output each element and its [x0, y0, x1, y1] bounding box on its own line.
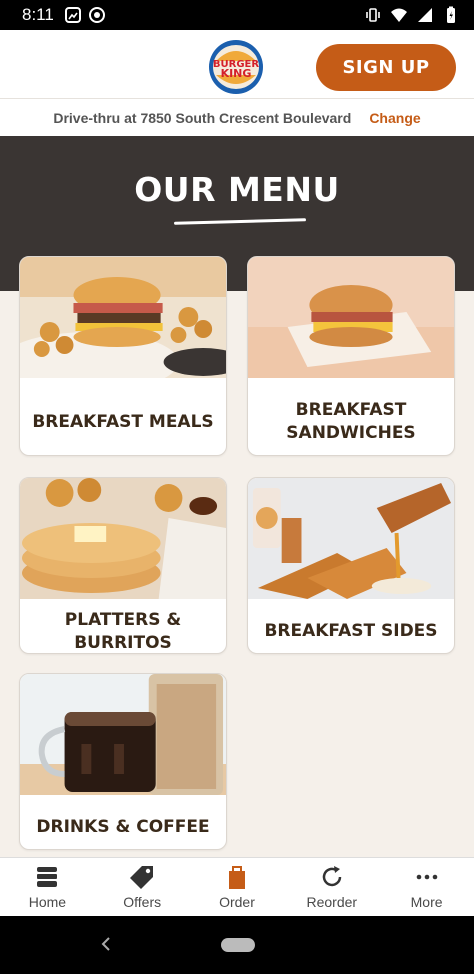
menu-card-label: BREAKFAST SANDWICHES — [286, 400, 416, 443]
nav-reorder[interactable]: Reorder — [284, 858, 379, 916]
sign-up-button[interactable]: SIGN UP — [316, 44, 456, 91]
menu-card-breakfast-meals[interactable]: BREAKFAST MEALS — [19, 256, 227, 456]
gallery-notification-icon — [64, 7, 81, 23]
drinks-coffee-image — [20, 674, 226, 795]
nav-label-order: Order — [219, 894, 255, 910]
breakfast-sides-image — [248, 478, 454, 599]
app-header: BURGER KING SIGN UP — [0, 30, 474, 98]
nav-label-reorder: Reorder — [306, 894, 358, 910]
menu-card-breakfast-sides[interactable]: BREAKFAST SIDES — [247, 477, 455, 654]
refresh-icon — [322, 866, 342, 887]
status-time: 8:11 — [22, 5, 54, 24]
nav-order[interactable]: Order — [190, 858, 285, 916]
nav-label-offers: Offers — [123, 894, 162, 910]
menu-card-breakfast-sandwiches[interactable]: BREAKFAST SANDWICHES — [247, 256, 455, 456]
burger-king-logo[interactable]: BURGER KING — [208, 39, 264, 95]
store-location-text: Drive-thru at 7850 South Crescent Boulev… — [53, 109, 352, 126]
nav-label-home: Home — [28, 894, 67, 910]
home-stack-icon — [37, 867, 58, 887]
status-bar: 8:11 — [0, 0, 474, 30]
system-nav-bar — [0, 916, 474, 974]
at-notification-icon — [88, 7, 105, 23]
back-chevron-icon[interactable] — [96, 934, 116, 954]
location-bar: Drive-thru at 7850 South Crescent Boulev… — [0, 98, 474, 136]
more-dots-icon — [416, 874, 437, 880]
menu-card-drinks-coffee[interactable]: DRINKS & COFFEE — [19, 673, 227, 850]
vibrate-icon — [366, 8, 380, 22]
home-pill-button[interactable] — [221, 938, 255, 952]
menu-card-label: PLATTERS & BURRITOS — [64, 609, 182, 653]
nav-label-more: More — [410, 894, 443, 910]
logo-text-bottom: KING — [221, 67, 252, 80]
menu-card-label: BREAKFAST SIDES — [264, 621, 438, 642]
menu-card-label: BREAKFAST MEALS — [32, 411, 214, 432]
menu-card-label: DRINKS & COFFEE — [36, 817, 210, 838]
signal-icon — [418, 8, 432, 22]
menu-card-platters-burritos[interactable]: PLATTERS & BURRITOS — [19, 477, 227, 654]
page-title: OUR MENU — [134, 170, 340, 209]
wifi-icon — [391, 8, 407, 22]
tag-icon — [130, 866, 154, 889]
breakfast-sandwiches-image — [248, 257, 454, 378]
bottom-nav: Home Offers Order Reorder More — [0, 857, 474, 916]
bag-icon — [228, 866, 245, 889]
breakfast-meals-image — [20, 257, 226, 392]
platters-burritos-image — [20, 478, 226, 599]
title-underline — [173, 218, 307, 225]
nav-home[interactable]: Home — [0, 858, 95, 916]
change-location-link[interactable]: Change — [369, 110, 420, 126]
nav-more[interactable]: More — [379, 858, 474, 916]
battery-icon — [447, 6, 455, 23]
nav-offers[interactable]: Offers — [95, 858, 190, 916]
